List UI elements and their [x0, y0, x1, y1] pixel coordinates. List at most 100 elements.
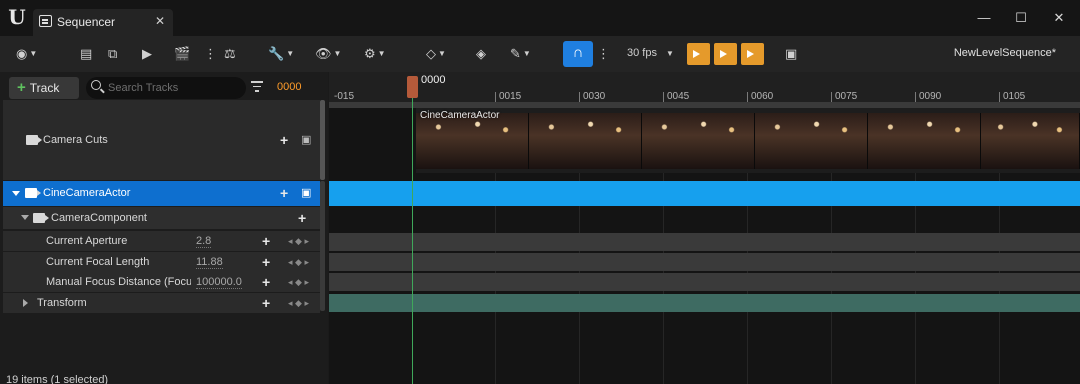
track-manual-focus-distance[interactable]: Manual Focus Distance (Focu 100000.0 + ◂…	[3, 272, 320, 292]
camera-cuts-icon	[26, 135, 42, 145]
tick-label: -015	[334, 91, 355, 102]
add-key-icon[interactable]: +	[262, 296, 270, 310]
key-interp-icon[interactable]: ◈	[476, 44, 486, 64]
play-range-start-icon[interactable]	[687, 43, 710, 65]
director-icon[interactable]: ⚖	[224, 44, 236, 64]
play-range-end-icon[interactable]	[741, 43, 764, 65]
focal-length-lane[interactable]	[329, 253, 1080, 271]
tick	[915, 92, 916, 102]
sequence-name: NewLevelSequence*	[953, 47, 1056, 59]
clip-thumbnail	[981, 113, 1080, 169]
key-icon[interactable]: ◇ ▼	[426, 44, 446, 64]
camera-lock-icon[interactable]: ▣	[301, 186, 311, 199]
play-range-mid-icon[interactable]	[714, 43, 737, 65]
tracks-scrollbar-track[interactable]	[320, 181, 325, 311]
track-camera-cuts[interactable]: Camera Cuts + ▣	[3, 100, 320, 180]
aperture-lane[interactable]	[329, 233, 1080, 251]
expand-icon[interactable]	[21, 215, 29, 220]
playback-options-icon[interactable]: ⚙ ▼	[364, 44, 386, 64]
snap-options-icon[interactable]: ⋮	[597, 44, 610, 64]
clip-label: CineCameraActor	[420, 110, 500, 121]
minimize-button[interactable]: —	[974, 8, 994, 28]
add-icon[interactable]: +	[298, 211, 306, 225]
tools-icon[interactable]: 🔧 ▼	[268, 44, 294, 64]
tick-label: 0030	[583, 91, 606, 102]
close-window-button[interactable]: ✕	[1049, 8, 1069, 28]
world-settings-icon[interactable]: ◉ ▼	[16, 44, 37, 64]
camera-icon[interactable]: ▶	[142, 44, 152, 64]
find-asset-icon[interactable]: ⧉	[108, 44, 117, 64]
track-label: Camera Cuts	[43, 134, 108, 146]
curve-editor-icon[interactable]: ▣	[785, 44, 797, 64]
clip-thumbnail	[529, 113, 642, 169]
tick-label: 0090	[919, 91, 942, 102]
save-icon[interactable]: ▤	[80, 44, 92, 64]
cine-actor-lane[interactable]	[329, 181, 1080, 206]
search-input[interactable]	[108, 80, 238, 96]
add-key-icon[interactable]: +	[262, 234, 270, 248]
property-label: Current Focal Length	[46, 256, 150, 268]
clip-thumbnail	[416, 113, 529, 169]
property-value[interactable]: 11.88	[196, 256, 223, 269]
clip-thumbnail	[755, 113, 868, 169]
track-camera-component[interactable]: CameraComponent +	[3, 207, 320, 229]
close-tab-icon[interactable]: ✕	[155, 14, 165, 28]
tick	[747, 92, 748, 102]
camera-cut-section[interactable]: CineCameraActor	[416, 108, 1080, 173]
property-label: Current Aperture	[46, 235, 128, 247]
add-icon[interactable]: +	[280, 186, 288, 200]
tick	[495, 92, 496, 102]
timeline-area[interactable]: -015 0015 0030 0045 0060 0075 0090 0105 …	[329, 72, 1080, 384]
tick-label: 0015	[499, 91, 522, 102]
tick	[579, 92, 580, 102]
add-key-icon[interactable]: +	[262, 255, 270, 269]
track-transform[interactable]: Transform + ◂ ◆ ▸	[3, 293, 320, 313]
focus-distance-lane[interactable]	[329, 273, 1080, 291]
track-cine-camera-actor[interactable]: CineCameraActor + ▣	[3, 181, 320, 206]
view-icon[interactable]: 👁 ▼	[315, 44, 341, 64]
tick-label: 0060	[751, 91, 774, 102]
sequencer-icon	[39, 15, 52, 27]
property-label: Manual Focus Distance (Focu	[46, 276, 191, 288]
title-bar: U Sequencer ✕ — ☐ ✕	[0, 0, 1080, 36]
tick-label: 0045	[667, 91, 690, 102]
tab-title: Sequencer	[57, 15, 116, 29]
tick	[999, 92, 1000, 102]
camera-actor-icon	[25, 188, 41, 198]
expand-icon[interactable]	[23, 299, 28, 307]
add-icon[interactable]: +	[280, 133, 288, 147]
fps-selector[interactable]: 30 fps ▼	[627, 47, 674, 59]
tracks-scrollbar[interactable]	[320, 100, 325, 180]
key-nav-icon[interactable]: ◂ ◆ ▸	[288, 257, 309, 268]
track-current-focal-length[interactable]: Current Focal Length 11.88 + ◂ ◆ ▸	[3, 252, 320, 272]
status-text: 19 items (1 selected)	[6, 374, 109, 384]
search-tracks[interactable]	[86, 77, 246, 99]
edit-icon[interactable]: ✎ ▼	[510, 44, 531, 64]
property-value[interactable]: 100000.0	[196, 276, 242, 289]
add-track-button[interactable]: + Track	[9, 77, 79, 99]
more-options-icon[interactable]: ⋮	[204, 44, 217, 64]
filter-icon[interactable]	[251, 81, 263, 92]
key-nav-icon[interactable]: ◂ ◆ ▸	[288, 298, 309, 309]
search-icon	[91, 80, 101, 90]
expand-icon[interactable]	[12, 191, 20, 196]
playhead-handle[interactable]	[407, 76, 418, 98]
maximize-button[interactable]: ☐	[1011, 8, 1031, 28]
track-label: CameraComponent	[51, 212, 147, 224]
track-current-aperture[interactable]: Current Aperture 2.8 + ◂ ◆ ▸	[3, 231, 320, 251]
transform-lane[interactable]	[329, 294, 1080, 312]
camera-actor-icon[interactable]: ▣	[301, 133, 311, 146]
key-nav-icon[interactable]: ◂ ◆ ▸	[288, 236, 309, 247]
current-frame-field[interactable]: 0000	[277, 81, 301, 93]
add-key-icon[interactable]: +	[262, 275, 270, 289]
camera-component-icon	[33, 213, 49, 223]
property-value[interactable]: 2.8	[196, 235, 212, 248]
playhead-frame: 0000	[421, 74, 446, 86]
clip-thumbnail	[642, 113, 755, 169]
key-nav-icon[interactable]: ◂ ◆ ▸	[288, 277, 309, 288]
render-movie-icon[interactable]: 🎬	[174, 44, 190, 64]
tab-sequencer[interactable]: Sequencer ✕	[33, 9, 173, 36]
snap-magnet-icon[interactable]: ∩	[563, 41, 593, 67]
property-label: Transform	[37, 297, 87, 309]
tick-label: 0075	[835, 91, 858, 102]
